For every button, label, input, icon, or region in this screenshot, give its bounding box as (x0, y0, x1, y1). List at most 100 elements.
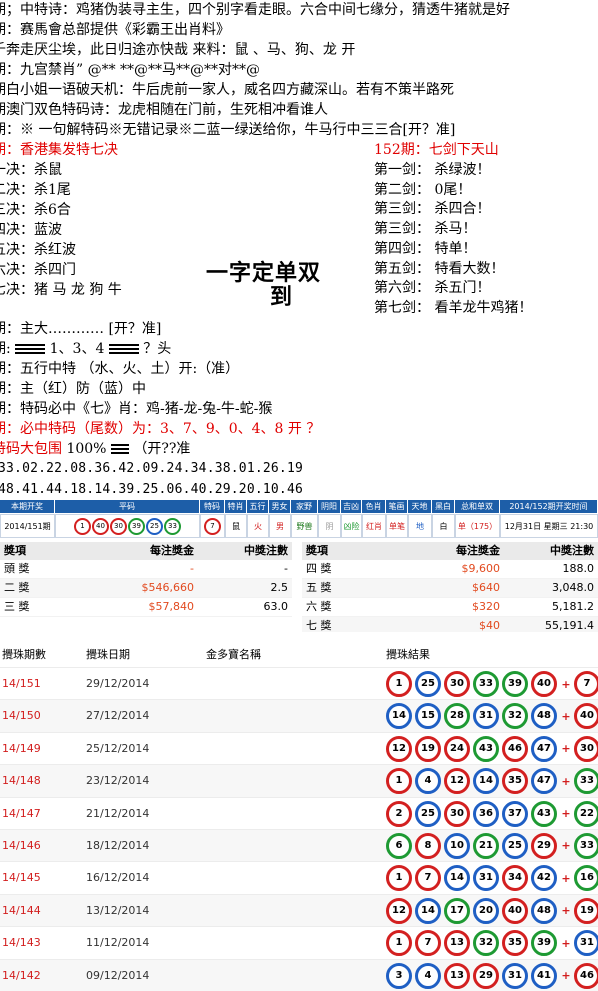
poem-line: 期；中特诗：鸡猪伪装寻主生，四个别字看走眼。六合中间七缘分，猜透牛猪就是好 (0, 2, 510, 18)
strip-header: 吉凶 (341, 500, 362, 513)
plus-icon: + (561, 936, 571, 950)
draw-history-table: 攪珠期數 攪珠日期 金多寶名稱 攪珠結果 14/151 29/12/2014 1 25… (0, 643, 598, 991)
prize-cell: - (284, 562, 288, 575)
strip-ball: 33 (164, 518, 181, 535)
line-bo: 期：主（红）防（蓝）中 (0, 381, 146, 397)
result-ball: 3 (386, 962, 412, 989)
history-period: 14/142 (2, 968, 41, 982)
result-ball: 12 (386, 735, 412, 762)
prize-cell: 3,048.0 (552, 581, 594, 594)
result-ball: 48 (531, 897, 557, 924)
result-ball: 7 (415, 865, 441, 892)
prize-cell: $57,840 (148, 600, 195, 613)
plus-icon: + (561, 774, 571, 788)
right-list-item: 第五剑： 特看大数！ (374, 260, 505, 277)
history-period: 14/150 (2, 709, 41, 723)
strip-cell: 单（175） (455, 514, 500, 538)
strip-cell: 地 (408, 514, 432, 538)
left-list-item: 五决：杀红波 (0, 242, 76, 258)
prize-cell: 二 獎 (4, 581, 30, 594)
prize-cell: 六 獎 (306, 600, 332, 613)
result-ball: 12 (386, 897, 412, 924)
prize-cell: 63.0 (263, 600, 289, 613)
history-date: 21/12/2014 (86, 806, 150, 820)
result-ball: 33 (473, 671, 499, 697)
strip-header: 笔画 (386, 500, 408, 513)
result-strip: 本期开奖 平码 特码 特肖 五行 男女 家野 阴阳 吉凶 色肖 笔画 天地 黑白 总和单双 2014/152… (0, 500, 598, 540)
history-period: 14/144 (2, 903, 41, 917)
result-ball: 21 (473, 832, 499, 859)
prize-row: 頭 獎-- (0, 560, 292, 579)
result-ball: 47 (531, 768, 557, 795)
result-ball: 12 (444, 768, 470, 795)
prize-header-cell: 中獎注數 (244, 544, 288, 557)
result-ball: 32 (502, 703, 528, 730)
result-ball: 40 (502, 897, 528, 924)
history-balls: 6 8 10 21 25 29 +33 (386, 832, 598, 859)
history-balls: 1 4 12 14 35 47 +33 (386, 768, 598, 795)
result-ball: 39 (502, 671, 528, 697)
poem-line: 期：赛馬會总部提供《彩霸王出肖料》 (0, 22, 230, 38)
history-body: 14/151 29/12/2014 1 25 30 33 39 40 +7 14/150 27/12… (0, 667, 598, 991)
poem-line: 期：九宫禁肖” @** **@**马**@**对**@ (0, 62, 261, 78)
result-ball: 17 (444, 897, 470, 924)
prize-cell: 五 獎 (306, 581, 332, 594)
strip-cell: 单笔 (386, 514, 408, 538)
result-ball: 37 (502, 800, 528, 827)
result-ball: 25 (415, 671, 441, 697)
prize-row: 二 獎 $546,660 2.5 (0, 579, 292, 598)
bars-icon (110, 444, 129, 454)
strip-header: 平码 (55, 500, 200, 513)
result-ball: 4 (415, 768, 441, 795)
result-ball: 14 (444, 865, 470, 892)
prize-row: 三 獎 $57,840 63.0 (0, 598, 292, 617)
prize-table-right: 獎項 每注獎金 中獎注數四 獎 $9,600 188.0 五 獎 $640 3,048.0 六 … (302, 542, 598, 632)
prize-row: 六 獎 $320 5,181.2 (302, 598, 598, 617)
right-title: 152期：七剑下天山 (374, 142, 499, 158)
strip-ball: 40 (92, 518, 109, 535)
result-ball: 1 (386, 671, 412, 697)
line-baotu-pct: 100% (66, 441, 107, 457)
history-balls: 2 25 30 36 37 43 +22 (386, 800, 598, 827)
line-weishu: 期：必中特码（尾数）为：3、7、9、0、4、8 开 ？ (0, 421, 321, 437)
strip-cell: 火 (247, 514, 269, 538)
left-list-item: 三决：杀6合 (0, 202, 71, 218)
history-balls: 14 15 28 31 32 48 +40 (386, 703, 598, 730)
history-date: 11/12/2014 (86, 936, 150, 950)
prize-header-cell: 獎項 (4, 544, 26, 557)
prize-cell: $640 (472, 581, 500, 594)
result-ball: 31 (502, 962, 528, 989)
result-ball: 20 (473, 897, 499, 924)
plus-icon: + (561, 904, 571, 918)
history-date: 27/12/2014 (86, 709, 150, 723)
right-list-item: 第四剑： 特单！ (374, 240, 477, 257)
history-row: 14/143 11/12/2014 1 7 13 32 35 39 +31 (0, 926, 598, 958)
right-list-item: 第三剑： 杀四合！ (374, 201, 491, 218)
extra-ball: 19 (574, 897, 598, 924)
strip-cell: 凶险 (341, 514, 362, 538)
history-date: 25/12/2014 (86, 741, 150, 755)
line-qi: 期：特码必中《七》肖：鸡-猪-龙-兔-牛-蛇-猴 (0, 401, 273, 417)
poem-line: 千奔走厌尘埃，此日归途亦快哉 来料：鼠 、马、狗、龙 开 (0, 42, 356, 58)
left-list-item: 七决：猪 马 龙 狗 牛 (0, 282, 122, 298)
result-ball: 1 (386, 768, 412, 795)
right-list-item: 第六剑： 杀五门！ (374, 280, 491, 297)
strip-header: 阴阳 (318, 500, 341, 513)
right-list-item: 第三剑： 杀马！ (374, 221, 477, 238)
strip-header: 黑白 (432, 500, 455, 513)
history-date: 23/12/2014 (86, 774, 150, 788)
history-header-date: 攪珠日期 (86, 648, 130, 661)
prize-header-cell: 獎項 (306, 544, 328, 557)
history-balls: 12 19 24 43 46 47 +30 (386, 735, 598, 762)
extra-ball: 46 (574, 962, 598, 989)
extra-ball: 22 (574, 800, 598, 827)
prize-cell: 頭 獎 (4, 562, 30, 575)
prize-cell: 三 獎 (4, 600, 30, 613)
prize-cell: $40 (479, 619, 500, 632)
history-period: 14/147 (2, 806, 41, 820)
big-text-line1: 一字定单双 (206, 261, 322, 286)
line-baotu: 特码大包围 100% （开??准 (0, 439, 190, 459)
line-tou-suffix: ？头 (143, 341, 172, 357)
strip-cell: 红肖 (362, 514, 386, 538)
strip-cell: 野兽 (291, 514, 318, 538)
